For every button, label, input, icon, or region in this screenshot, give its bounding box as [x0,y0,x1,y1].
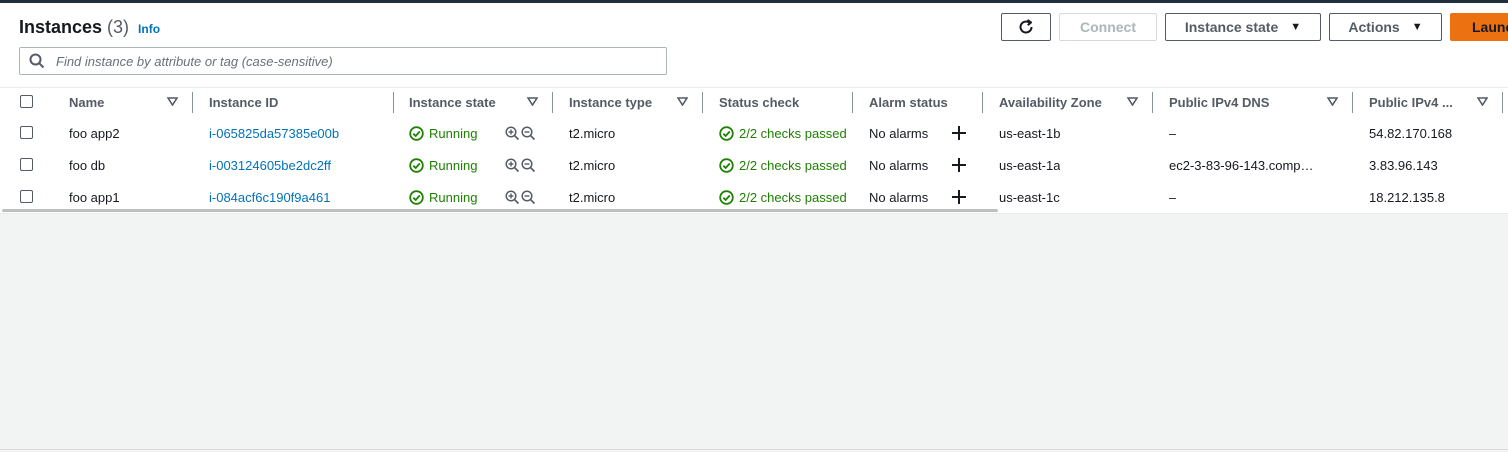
instance-id-link[interactable]: i-003124605be2dc2ff [209,149,331,181]
column-header-alarm-status[interactable]: Alarm status [869,88,948,117]
column-header-instance-state[interactable]: Instance state [409,88,496,117]
status-check-value[interactable]: 2/2 checks passed [739,149,854,181]
zoom-out-icon[interactable] [521,126,536,141]
row-checkbox[interactable] [20,158,33,171]
instance-state-dropdown-label: Instance state [1184,19,1279,35]
instances-panel: Instances (3) Info Connect Instance stat… [0,3,1508,214]
row-checkbox[interactable] [20,126,33,139]
refresh-icon [1019,19,1033,34]
public-ip-value: 3.83.96.143 [1369,157,1438,173]
select-all-checkbox[interactable] [20,95,33,108]
check-circle-icon [719,126,734,141]
add-alarm-icon[interactable] [951,189,967,205]
launch-button-label: Launc [1472,19,1508,35]
column-divider[interactable] [1152,92,1153,113]
column-header-public-dns[interactable]: Public IPv4 DNS [1169,88,1269,117]
public-dns-value: ec2-3-83-96-143.comp… [1169,157,1314,173]
actions-dropdown-label: Actions [1348,19,1400,35]
availability-zone-value: us-east-1a [999,157,1061,173]
zoom-in-icon[interactable] [505,158,520,173]
check-circle-icon [409,126,424,141]
instance-name: foo db [69,157,106,173]
info-link[interactable]: Info [138,22,160,36]
table-row[interactable]: foo db i-003124605be2dc2ff Running t2.mi… [0,149,1508,182]
check-circle-icon [719,158,734,173]
column-divider[interactable] [1502,92,1503,113]
zoom-in-icon[interactable] [505,190,520,205]
connect-button[interactable]: Connect [1059,13,1157,41]
instance-id-link[interactable]: i-065825da57385e00b [209,117,339,149]
zoom-out-icon[interactable] [521,158,536,173]
column-divider[interactable] [852,92,853,113]
caret-down-icon: ▼ [1290,21,1302,33]
search-bar [19,47,667,75]
instance-name: foo app2 [69,125,120,141]
public-dns-value: – [1169,189,1177,205]
add-alarm-icon[interactable] [951,157,967,173]
table-header: Name Instance ID Instance state Instance… [0,87,1508,118]
sort-caret-icon[interactable] [1327,97,1338,106]
actions-dropdown[interactable]: Actions ▼ [1329,13,1442,41]
column-divider[interactable] [192,92,193,113]
instance-state-value: Running [429,157,478,173]
sort-caret-icon[interactable] [167,97,178,106]
check-circle-icon [409,190,424,205]
connect-button-label: Connect [1080,19,1136,35]
public-ip-value: 54.82.170.168 [1369,125,1453,141]
zoom-in-icon[interactable] [505,126,520,141]
column-divider[interactable] [702,92,703,113]
page-header: Instances (3) Info [19,17,160,41]
caret-down-icon: ▼ [1411,21,1423,33]
column-divider[interactable] [982,92,983,113]
public-ip-value: 18.212.135.8 [1369,189,1445,205]
instance-state-value: Running [429,125,478,141]
sort-caret-icon[interactable] [1477,97,1488,106]
add-alarm-icon[interactable] [951,125,967,141]
column-header-instance-id[interactable]: Instance ID [209,88,278,117]
alarm-status-value: No alarms [869,157,929,173]
zoom-out-icon[interactable] [521,190,536,205]
sort-caret-icon[interactable] [527,97,538,106]
public-dns-value: – [1169,125,1177,141]
column-header-name[interactable]: Name [69,88,104,117]
sort-caret-icon[interactable] [677,97,688,106]
column-header-status-check[interactable]: Status check [719,88,799,117]
search-input[interactable] [54,52,648,70]
alarm-status-value: No alarms [869,125,929,141]
instance-type-value: t2.micro [569,125,616,141]
column-header-public-ip[interactable]: Public IPv4 ... [1369,88,1453,117]
page-title: Instances [19,17,103,37]
column-divider[interactable] [393,92,394,113]
page-bottom-border [0,449,1508,450]
column-divider[interactable] [1352,92,1353,113]
table-row[interactable]: foo app2 i-065825da57385e00b Running t2.… [0,117,1508,150]
instance-state-dropdown[interactable]: Instance state ▼ [1165,13,1321,41]
sort-caret-icon[interactable] [1127,97,1138,106]
instance-count: (3) [107,17,130,37]
horizontal-scrollbar[interactable] [2,209,998,212]
search-icon [29,53,45,69]
column-header-instance-type[interactable]: Instance type [569,88,652,117]
status-check-value[interactable]: 2/2 checks passed [739,117,854,149]
launch-instances-button[interactable]: Launc [1450,13,1508,41]
availability-zone-value: us-east-1b [999,125,1061,141]
check-circle-icon [409,158,424,173]
refresh-button[interactable] [1001,13,1051,41]
column-divider[interactable] [552,92,553,113]
row-checkbox[interactable] [20,190,33,203]
check-circle-icon [719,190,734,205]
column-header-availability-zone[interactable]: Availability Zone [999,88,1102,117]
instance-type-value: t2.micro [569,157,616,173]
availability-zone-value: us-east-1c [999,189,1060,205]
